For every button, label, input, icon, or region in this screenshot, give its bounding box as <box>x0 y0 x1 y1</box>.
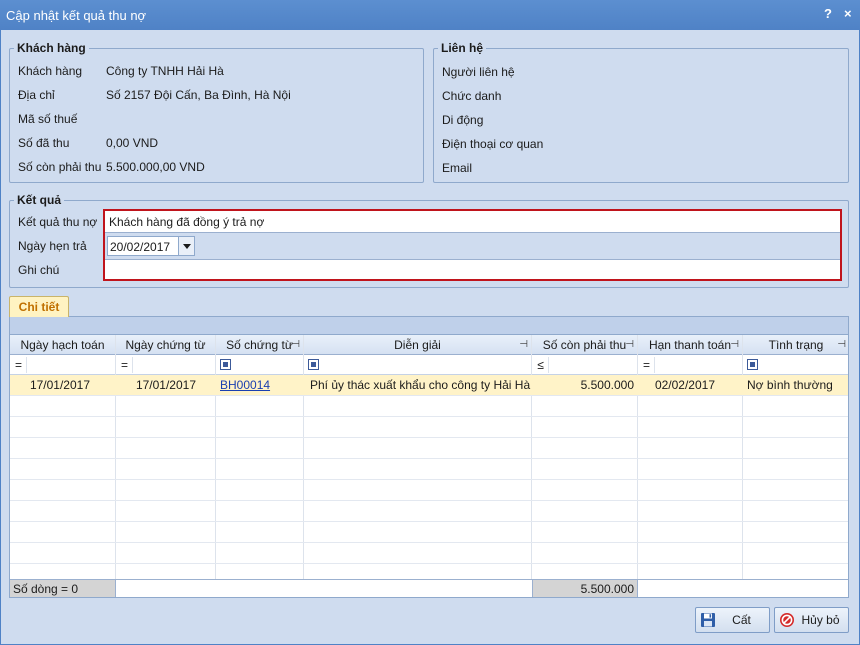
customer-label: Khách hàng <box>18 64 83 78</box>
address-label: Địa chỉ <box>18 88 55 102</box>
due-date-value: 20/02/2017 <box>110 240 171 254</box>
save-button[interactable]: Cất <box>695 607 770 633</box>
tab-strip <box>9 316 849 334</box>
result-legend: Kết quả <box>17 193 62 207</box>
cell-status: Nợ bình thường <box>747 378 833 392</box>
result-label: Kết quả thu nợ <box>18 215 98 229</box>
pin-icon[interactable]: ⊣ <box>837 335 846 355</box>
office-phone-label: Điện thoại cơ quan <box>442 137 544 151</box>
result-input[interactable]: Khách hàng đã đồng ý trả nợ <box>105 211 840 233</box>
cell-description: Phí ủy thác xuất khẩu cho công ty Hải Hà <box>310 378 531 392</box>
cancel-button[interactable]: Hủy bỏ <box>774 607 849 633</box>
window-title: Cập nhật kết quả thu nợ <box>6 8 147 23</box>
cell-due-date: 02/02/2017 <box>654 378 715 392</box>
collected-value: 0,00 VND <box>106 136 159 150</box>
remaining-value: 5.500.000,00 VND <box>106 160 205 174</box>
table-row-empty <box>10 480 848 501</box>
cell-voucher-no: BH00014 <box>216 375 304 396</box>
contact-legend: Liên hệ <box>441 41 484 55</box>
save-label: Cất <box>732 613 751 627</box>
tab-detail[interactable]: Chi tiết <box>9 296 69 317</box>
table-row-empty <box>10 543 848 564</box>
header-status[interactable]: Tình trạng ⊣ <box>743 335 848 355</box>
mobile-label: Di động <box>442 113 484 127</box>
detail-grid: Ngày hạch toán Ngày chứng từ Số chứng từ… <box>9 334 849 598</box>
email-label: Email <box>442 161 473 175</box>
grid-footer: Số dòng = 0 5.500.000 <box>10 579 848 597</box>
position-label: Chức danh <box>442 89 502 103</box>
header-label: Tình trạng <box>768 338 824 352</box>
footer-total: 5.500.000 <box>532 580 638 597</box>
filter-checkbox[interactable] <box>747 359 758 370</box>
help-button[interactable]: ? <box>824 6 832 21</box>
cell-voucher-date: 17/01/2017 <box>135 378 196 392</box>
close-button[interactable]: × <box>844 6 852 21</box>
cell-accounting-date: 17/01/2017 <box>29 378 90 392</box>
table-row-empty <box>10 417 848 438</box>
table-row-empty <box>10 522 848 543</box>
row-count: Số dòng = 0 <box>10 580 116 597</box>
collected-label: Số đã thu <box>18 136 70 150</box>
due-date-input[interactable]: 20/02/2017 <box>107 236 195 256</box>
cell-remaining: 5.500.000 <box>580 378 634 392</box>
due-date-label: Ngày hẹn trả <box>18 239 87 253</box>
table-row[interactable]: 17/01/2017 17/01/2017 BH00014 Phí ủy thá… <box>10 375 848 396</box>
table-row-empty <box>10 501 848 522</box>
table-row-empty <box>10 438 848 459</box>
customer-legend: Khách hàng <box>17 41 86 55</box>
filter-status[interactable] <box>743 355 848 375</box>
note-label: Ghi chú <box>18 263 60 277</box>
contact-person-label: Người liên hệ <box>442 65 515 79</box>
remaining-label: Số còn phải thu <box>18 160 102 174</box>
chevron-down-icon[interactable] <box>178 237 194 255</box>
result-input-area: Khách hàng đã đồng ý trả nợ 20/02/2017 <box>103 209 842 281</box>
contact-group: Liên hệ <box>433 41 849 183</box>
customer-value: Công ty TNHH Hải Hà <box>106 64 224 78</box>
title-bar: Cập nhật kết quả thu nợ ? × <box>0 0 860 30</box>
result-input-value: Khách hàng đã đồng ý trả nợ <box>109 215 265 229</box>
voucher-link[interactable]: BH00014 <box>220 378 270 392</box>
tax-code-label: Mã số thuế <box>18 112 78 126</box>
cancel-label: Hủy bỏ <box>801 613 840 627</box>
table-row-empty <box>10 459 848 480</box>
table-row-empty <box>10 396 848 417</box>
note-input[interactable] <box>105 259 840 279</box>
address-value: Số 2157 Đội Cấn, Ba Đình, Hà Nội <box>106 88 291 102</box>
